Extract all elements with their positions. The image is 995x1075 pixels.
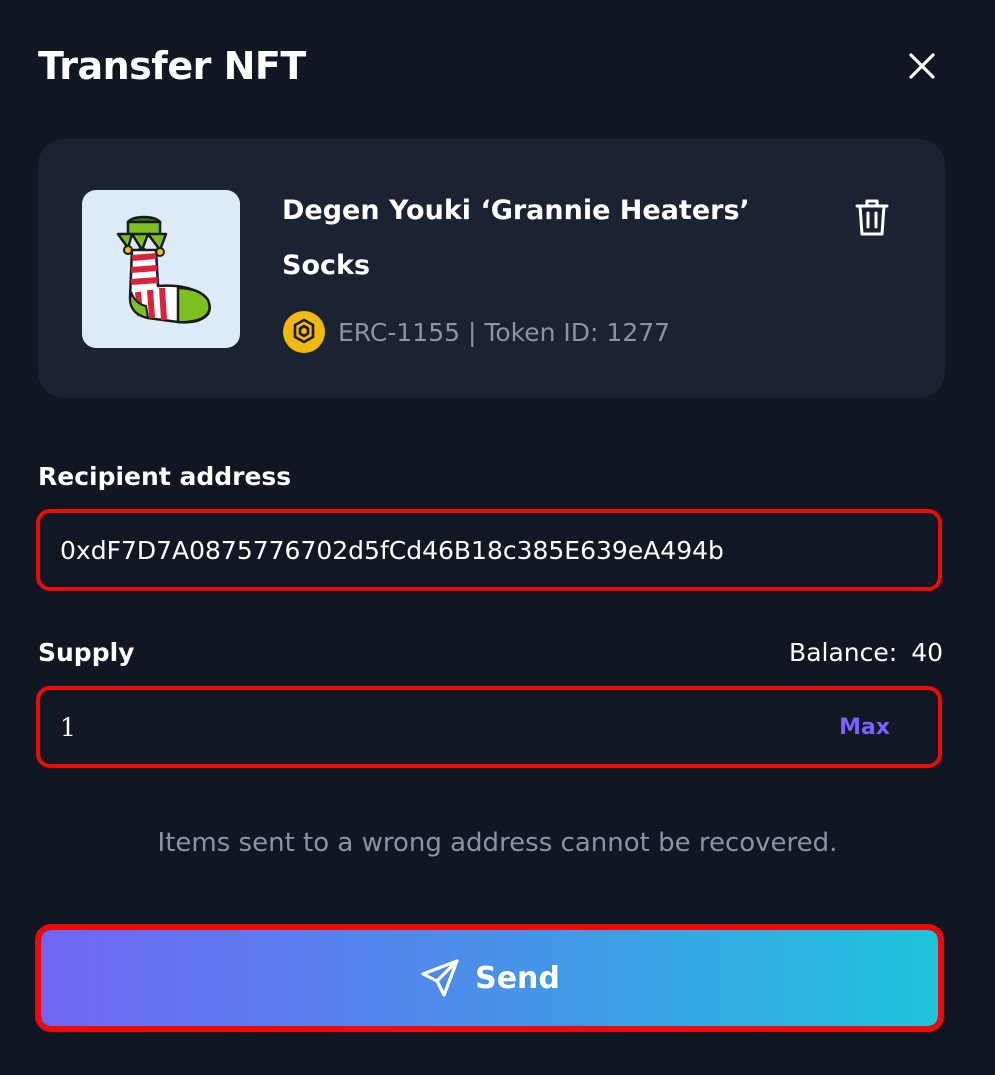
warning-text: Items sent to a wrong address cannot be … [157, 828, 838, 858]
max-button[interactable]: Max [839, 690, 890, 764]
send-icon [421, 959, 459, 997]
balance-label: Balance: [789, 638, 898, 667]
send-button[interactable]: Send [41, 930, 938, 1026]
supply-label: Supply [38, 638, 135, 667]
send-button-highlight: Send [35, 924, 944, 1032]
balance-value: 40 [911, 638, 943, 667]
close-icon [909, 53, 935, 79]
recipient-address-input[interactable] [60, 513, 880, 587]
nft-meta: ERC-1155 | Token ID: 1277 [282, 310, 670, 354]
recipient-address-label: Recipient address [38, 462, 292, 491]
modal-title: Transfer NFT [38, 44, 306, 88]
nft-card: Degen Youki ‘Grannie Heaters’ Socks ERC-… [38, 139, 945, 398]
send-button-label: Send [475, 960, 560, 996]
remove-nft-button[interactable] [850, 195, 894, 239]
bnb-chain-icon [282, 310, 326, 354]
christmas-sock-icon [116, 215, 211, 324]
trash-icon [855, 199, 889, 236]
nft-token-info: ERC-1155 | Token ID: 1277 [338, 317, 671, 347]
balance-display: Balance: 40 [789, 638, 943, 667]
supply-input[interactable] [60, 690, 880, 764]
supply-field: Max [36, 686, 942, 768]
close-button[interactable] [902, 46, 942, 86]
recipient-address-field [36, 509, 942, 591]
nft-thumbnail [82, 190, 240, 348]
nft-name: Degen Youki ‘Grannie Heaters’ Socks [282, 195, 750, 281]
